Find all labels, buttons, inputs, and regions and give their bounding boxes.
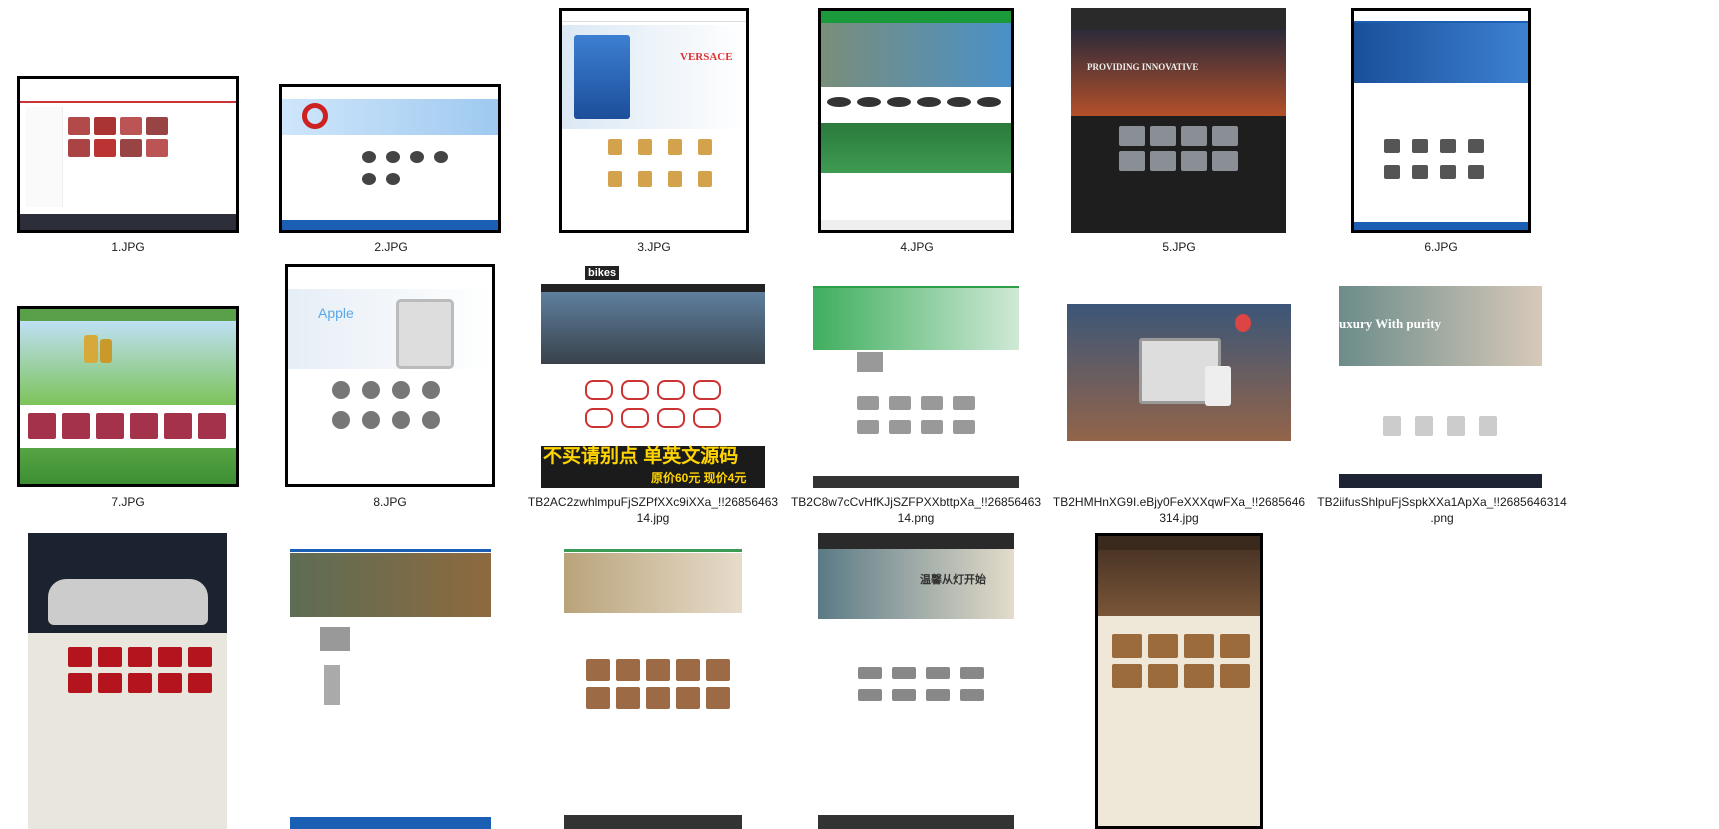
file-thumbnail-12[interactable]: uxury With purity — [1339, 264, 1542, 488]
file-name[interactable]: TB2HMHnXG9I.eBjy0FeXXXqwFXa_!!2685646 31… — [1049, 494, 1309, 526]
file-thumbnail-9[interactable]: bikes 不买请别点 单英文源码 原价60元 现价4元 — [541, 264, 765, 488]
file-name[interactable]: 6.JPG — [1311, 239, 1571, 255]
file-name[interactable]: 7.JPG — [0, 494, 258, 510]
file-name[interactable]: 1.JPG — [0, 239, 258, 255]
file-thumbnail-10[interactable] — [813, 264, 1019, 488]
file-thumbnail-17[interactable] — [1095, 533, 1263, 829]
file-name-line-1: TB2iifusShlpuFjSspkXXa1ApXa_!!2685646314 — [1317, 495, 1567, 509]
file-name[interactable]: TB2iifusShlpuFjSspkXXa1ApXa_!!2685646314… — [1312, 494, 1572, 526]
file-thumbnail-6[interactable] — [1351, 8, 1531, 233]
file-thumbnail-5[interactable]: PROVIDING INNOVATIVE — [1071, 8, 1286, 233]
thumbnail-image — [1354, 11, 1528, 230]
thumbnail-image: bikes 不买请别点 单英文源码 原价60元 现价4元 — [541, 264, 765, 488]
thumbnail-image — [20, 309, 236, 484]
thumbnail-image — [821, 11, 1011, 230]
file-thumbnail-11[interactable] — [1067, 304, 1291, 487]
file-thumbnail-14[interactable] — [290, 533, 491, 829]
thumbnail-image — [290, 533, 491, 829]
thumbnail-image — [1098, 536, 1260, 826]
file-name[interactable]: 8.JPG — [260, 494, 520, 510]
file-name-line-2: 14.jpg — [636, 511, 670, 525]
thumbnail-image: Apple — [288, 267, 492, 484]
thumbnail-image: PROVIDING INNOVATIVE — [1071, 8, 1286, 233]
thumbnail-text: PROVIDING INNOVATIVE — [1087, 62, 1199, 72]
thumbnail-text: 温馨从灯开始 — [920, 574, 986, 586]
thumbnail-overlay-text: 不买请别点 单英文源码 — [543, 446, 739, 467]
file-name-line-1: TB2HMHnXG9I.eBjy0FeXXXqwFXa_!!2685646 — [1052, 495, 1306, 509]
file-name[interactable]: 5.JPG — [1049, 239, 1309, 255]
file-name[interactable]: 2.JPG — [261, 239, 521, 255]
thumbnail-text: bikes — [585, 266, 620, 280]
file-name[interactable]: 3.JPG — [524, 239, 784, 255]
file-name-line-2: 14.png — [897, 511, 935, 525]
thumbnail-image — [813, 264, 1019, 488]
file-thumbnail-3[interactable]: VERSACE — [559, 8, 749, 233]
thumbnail-image: uxury With purity — [1339, 264, 1542, 488]
thumbnail-price-text: 原价60元 现价4元 — [651, 471, 747, 485]
file-name-line-1: TB2C8w7cCvHfKJjSZFPXXbttpXa_!!26856463 — [790, 495, 1042, 509]
file-thumbnail-2[interactable] — [279, 84, 501, 233]
thumbnail-image — [564, 533, 742, 829]
file-thumbnail-1[interactable] — [17, 76, 239, 233]
file-name[interactable]: TB2C8w7cCvHfKJjSZFPXXbttpXa_!!26856463 1… — [786, 494, 1046, 526]
thumbnail-image — [282, 87, 498, 230]
thumbnail-image — [1067, 304, 1291, 487]
file-name-line-2: .png — [1430, 511, 1454, 525]
file-name[interactable]: TB2AC2zwhlmpuFjSZPfXXc9iXXa_!!26856463 1… — [523, 494, 783, 526]
thumbnail-image — [20, 79, 236, 230]
file-thumbnail-8[interactable]: Apple — [285, 264, 495, 487]
file-name[interactable]: 4.JPG — [787, 239, 1047, 255]
file-name-line-1: TB2AC2zwhlmpuFjSZPfXXc9iXXa_!!26856463 — [527, 495, 779, 509]
file-thumbnail-7[interactable] — [17, 306, 239, 487]
file-thumbnail-13[interactable] — [28, 533, 227, 829]
thumbnail-image: 温馨从灯开始 — [818, 533, 1014, 829]
thumbnail-image: VERSACE — [562, 11, 746, 230]
thumbnail-text: Apple — [318, 305, 354, 321]
file-name-line-2: 314.jpg — [1159, 511, 1199, 525]
file-thumbnail-16[interactable]: 温馨从灯开始 — [818, 533, 1014, 829]
file-thumbnail-4[interactable] — [818, 8, 1014, 233]
thumbnail-text: VERSACE — [680, 51, 733, 63]
thumbnail-image — [28, 533, 227, 829]
file-thumbnail-15[interactable] — [564, 533, 742, 829]
thumbnail-text: uxury With purity — [1339, 316, 1442, 331]
